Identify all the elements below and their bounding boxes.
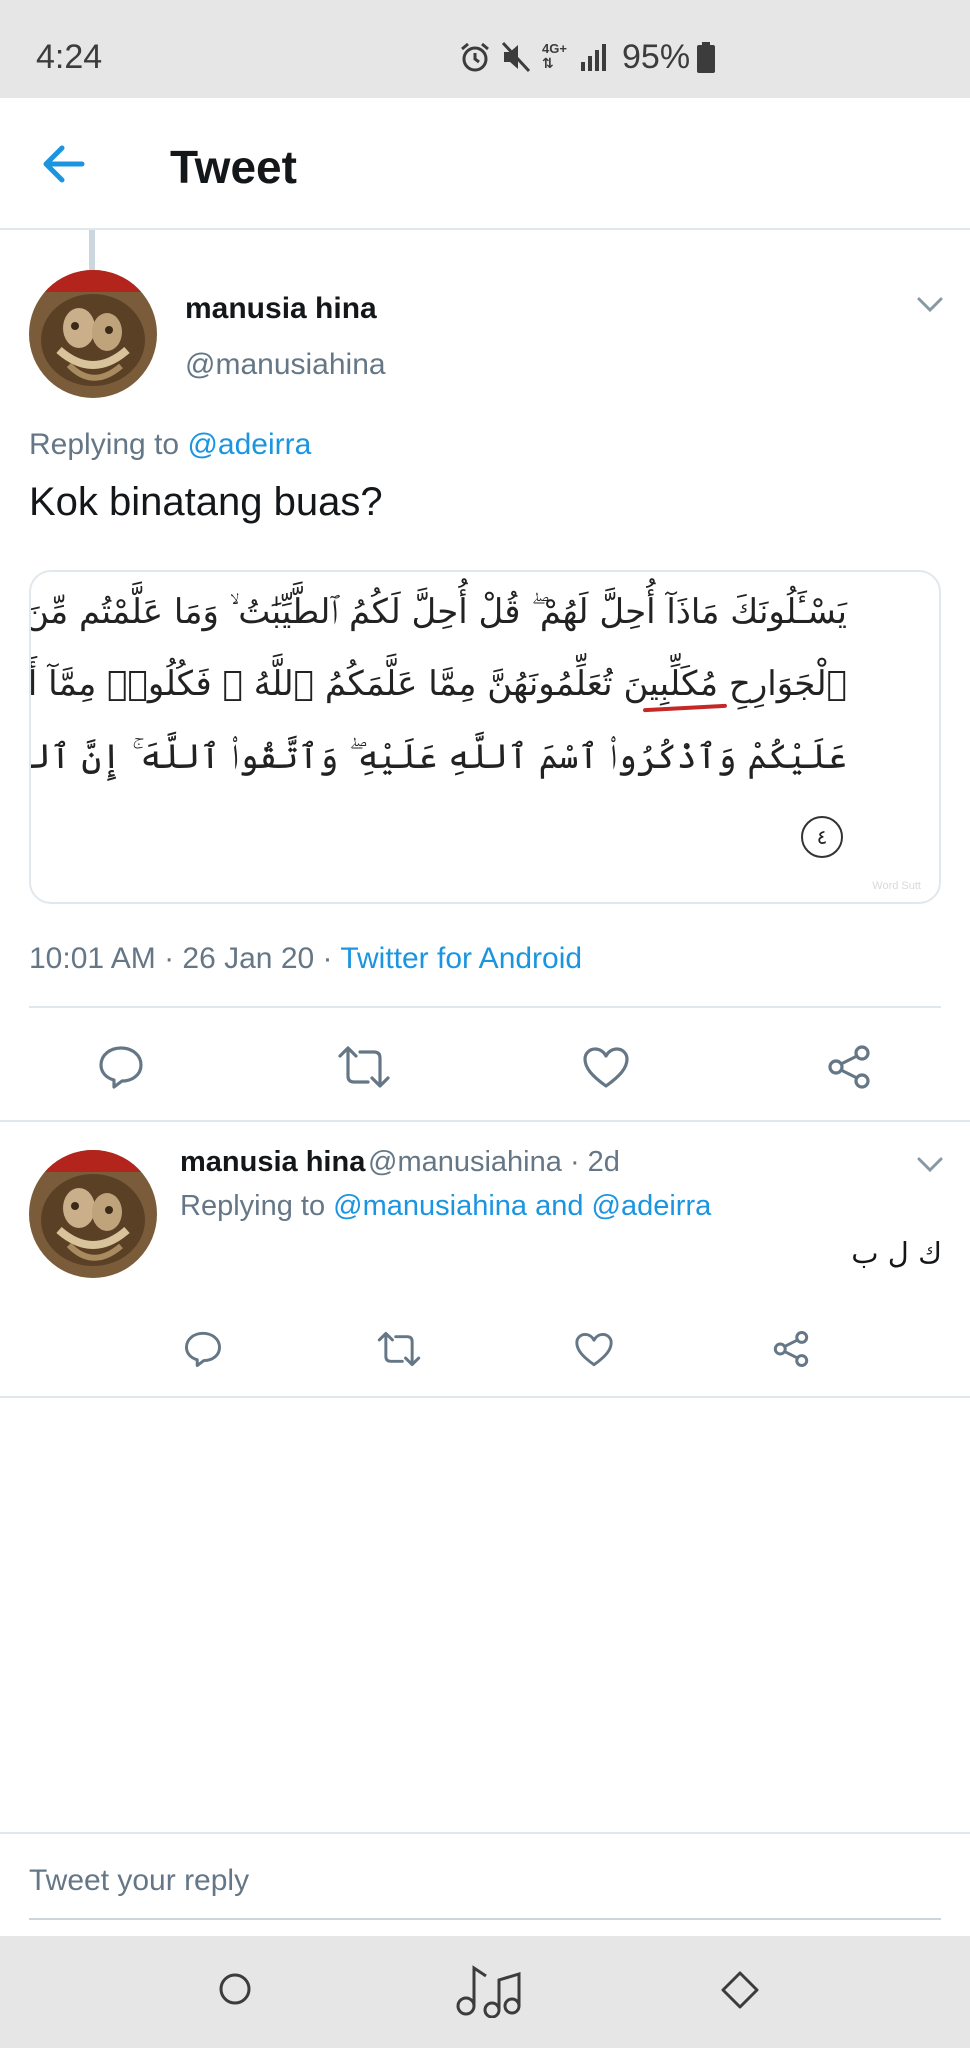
author-handle[interactable]: @manusiahina (185, 348, 386, 382)
reply-text: ك ل ب (851, 1236, 942, 1270)
divider (0, 1120, 970, 1122)
chevron-down-icon[interactable] (916, 1156, 944, 1174)
reply-replying-to-link[interactable]: @manusiahina and @adeirra (333, 1190, 711, 1222)
share-icon[interactable] (826, 1044, 872, 1090)
replying-prefix: Replying to (29, 428, 188, 461)
highlight-underline (642, 703, 728, 713)
arrow-left-icon[interactable] (38, 142, 88, 186)
system-nav-bar (0, 1936, 970, 2048)
verse-line: ٱلْجَوَارِحِ مُكَلِّبِينَ تُعَلِّمُونَهُ… (31, 664, 847, 704)
like-icon[interactable] (582, 1046, 630, 1090)
replying-to-link[interactable]: @adeirra (187, 428, 311, 461)
tweet-media[interactable]: يَسْـَٔلُونَكَ مَاذَآ أُحِلَّ لَهُمْ ۖ ق… (29, 570, 941, 904)
battery-icon (697, 42, 715, 73)
chevron-down-icon[interactable] (916, 296, 944, 314)
replying-to: Replying to @adeirra (29, 428, 311, 462)
verse-line: يَسْـَٔلُونَكَ مَاذَآ أُحِلَّ لَهُمْ ۖ ق… (29, 592, 847, 632)
divider (29, 1006, 941, 1008)
avatar[interactable] (29, 270, 157, 398)
status-bar: 4:24 4G+ ⇅ 95% (0, 0, 970, 98)
like-icon[interactable] (574, 1332, 614, 1368)
retweet-icon[interactable] (376, 1330, 422, 1368)
timestamp: 10:01 AM · 26 Jan 20 · (29, 942, 341, 975)
replying-prefix: Replying to (180, 1190, 334, 1222)
home-circle-icon[interactable] (218, 1972, 252, 2006)
network-type: 4G+ (542, 41, 567, 56)
network-4g-icon: 4G+ ⇅ (542, 41, 567, 71)
battery-percent: 95% (622, 38, 691, 76)
tweet-meta: 10:01 AM · 26 Jan 20 · Twitter for Andro… (29, 942, 582, 976)
retweet-icon[interactable] (336, 1044, 392, 1090)
tweet-text: Kok binatang buas? (29, 480, 383, 524)
reply-author-handle[interactable]: @manusiahina · 2d (368, 1146, 620, 1179)
reply-icon[interactable] (184, 1330, 222, 1368)
reply-input[interactable]: Tweet your reply (29, 1864, 249, 1898)
status-time: 4:24 (36, 38, 103, 76)
share-icon[interactable] (772, 1330, 810, 1368)
mute-icon (501, 41, 531, 73)
reply-icon[interactable] (98, 1044, 144, 1090)
verse-number: ٤ (801, 816, 843, 858)
reply-avatar[interactable] (29, 1150, 157, 1278)
alarm-icon (461, 42, 489, 72)
watermark: Word Sutt (872, 880, 921, 892)
reply-author-name[interactable]: manusia hina (180, 1146, 365, 1179)
divider (0, 1832, 970, 1834)
verse-line: عَلَيْكُمْ وَٱذْكُرُوا۟ ٱسْمَ ٱللَّهِ عَ… (30, 737, 847, 777)
reply-input-underline (29, 1918, 941, 1920)
diamond-back-icon[interactable] (720, 1970, 760, 2010)
thread-line (89, 230, 95, 270)
signal-icon (581, 44, 606, 71)
header: Tweet (0, 98, 970, 230)
divider (0, 1396, 970, 1398)
music-notes-icon[interactable] (454, 1962, 522, 2018)
page-title: Tweet (170, 141, 297, 193)
source-link[interactable]: Twitter for Android (340, 942, 582, 975)
author-name[interactable]: manusia hina (185, 292, 377, 326)
reply-replying-to: Replying to @manusiahina and @adeirra (180, 1190, 711, 1223)
